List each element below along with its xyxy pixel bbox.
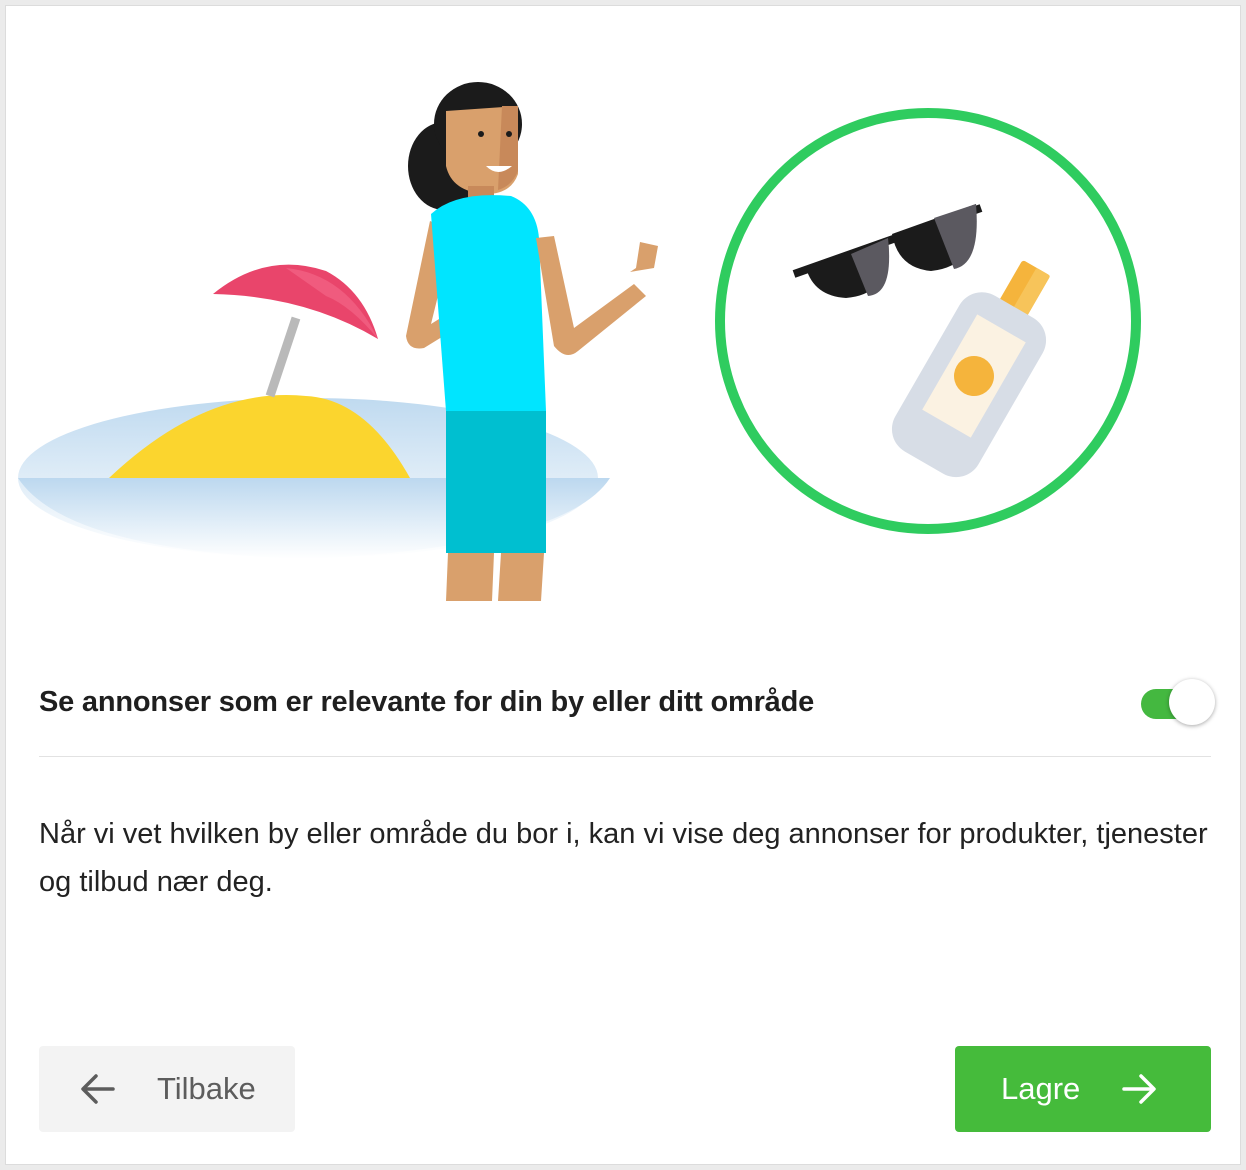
sunscreen-circle-illustration: [715, 108, 1141, 534]
setting-description: Når vi vet hvilken by eller område du bo…: [39, 818, 1208, 898]
local-ads-toggle[interactable]: [1139, 676, 1219, 728]
toggle-knob[interactable]: [1169, 679, 1215, 725]
settings-card: Se annonser som er relevante for din by …: [5, 5, 1241, 1165]
setting-label: Se annonser som er relevante for din by …: [39, 686, 815, 718]
save-button[interactable]: Lagre: [955, 1046, 1211, 1132]
back-button-label: Tilbake: [157, 1071, 256, 1106]
divider: [39, 756, 1211, 757]
setting-row-local-ads: Se annonser som er relevante for din by …: [39, 674, 1215, 738]
illustration-beach-woman-sunscreen: [18, 82, 1141, 601]
save-button-label: Lagre: [1001, 1071, 1081, 1106]
arrow-right-icon: [1122, 1074, 1157, 1104]
back-button[interactable]: Tilbake: [39, 1046, 295, 1132]
arrow-left-icon: [81, 1074, 115, 1104]
